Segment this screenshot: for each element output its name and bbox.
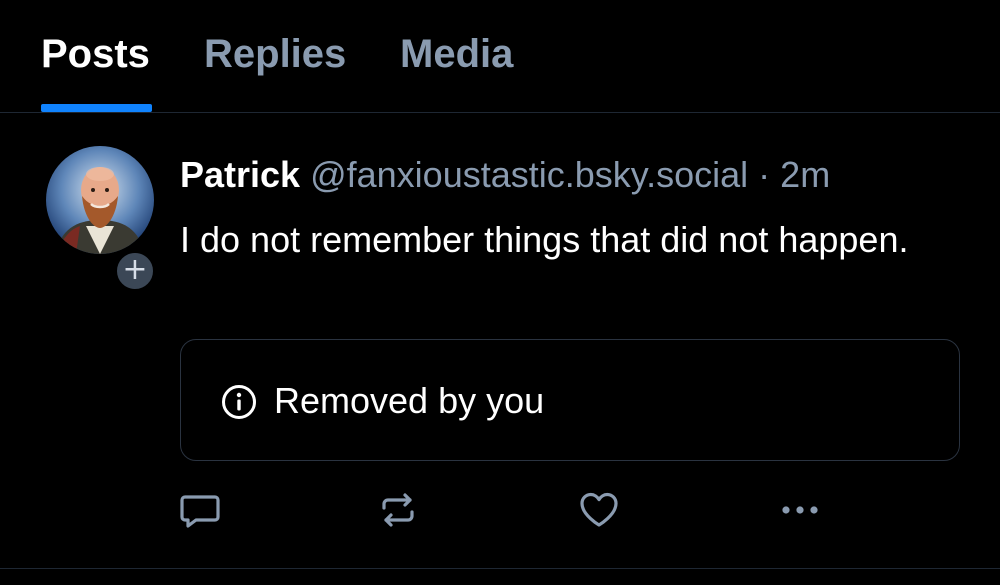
active-tab-indicator (41, 104, 152, 112)
post-actions (0, 488, 1000, 538)
author-handle[interactable]: @fanxioustastic.bsky.social (310, 154, 748, 195)
more-icon (782, 506, 818, 514)
reply-button[interactable] (178, 488, 222, 532)
tab-posts[interactable]: Posts (41, 30, 150, 78)
removed-notice-text: Removed by you (274, 380, 545, 421)
info-icon (222, 385, 256, 419)
avatar-image (46, 146, 154, 254)
tab-media[interactable]: Media (400, 30, 513, 78)
author-avatar-button[interactable]: + (46, 146, 157, 293)
more-options-button[interactable] (778, 488, 822, 532)
repost-icon (382, 493, 414, 527)
follow-button[interactable]: + (113, 249, 157, 293)
removed-notice[interactable]: Removed by you (180, 339, 960, 461)
avatar (46, 146, 154, 254)
repost-button[interactable] (376, 488, 420, 532)
like-button[interactable] (577, 488, 621, 532)
profile-tabs: Posts Replies Media (0, 0, 1000, 113)
post-timestamp[interactable]: 2m (780, 154, 830, 195)
header-separator: · (758, 154, 771, 195)
author-name[interactable]: Patrick (180, 154, 300, 195)
post-text: I do not remember things that did not ha… (180, 219, 909, 260)
post-item[interactable]: + Patrick @fanxioustastic.bsky.social · … (0, 113, 1000, 570)
feed-divider (0, 568, 1000, 569)
reply-icon (180, 495, 220, 528)
post-header: Patrick @fanxioustastic.bsky.social · 2m (180, 153, 830, 197)
profile-feed: Posts Replies Media + Patrick @fanxioust… (0, 0, 1000, 585)
tab-replies[interactable]: Replies (204, 30, 346, 78)
heart-icon (580, 492, 618, 527)
